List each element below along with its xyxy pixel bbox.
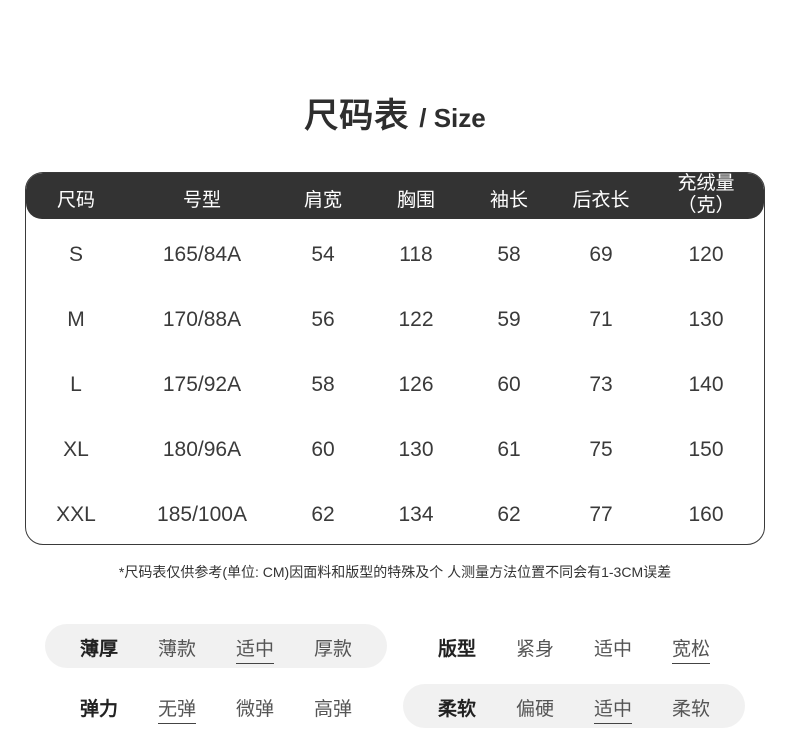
table-row: L 175/92A 58 126 60 73 140 <box>26 365 764 405</box>
table-cell: 54 <box>311 243 335 266</box>
table-cell: L <box>70 373 82 396</box>
header-shoulder: 肩宽 <box>303 190 343 211</box>
header-chest: 胸围 <box>396 190 436 211</box>
header-back-length: 后衣长 <box>572 190 630 211</box>
elasticity-option-high: 高弹 <box>313 699 353 720</box>
softness-label: 柔软 <box>437 699 477 720</box>
header-down-fill: 充绒量 （克） <box>677 173 734 217</box>
table-cell: 130 <box>398 438 434 461</box>
table-cell: 58 <box>497 243 521 266</box>
title-cn: 尺码表 <box>304 97 410 135</box>
thickness-option-thick: 厚款 <box>313 639 353 660</box>
table-cell: 160 <box>688 503 724 526</box>
table-cell: 56 <box>311 308 335 331</box>
table-row: XXL 185/100A 62 134 62 77 160 <box>26 495 764 535</box>
table-cell: 58 <box>311 373 335 396</box>
thickness-option-medium-selected: 适中 <box>235 634 275 664</box>
page-title: 尺码表 / Size <box>0 88 790 137</box>
fit-option-regular: 适中 <box>593 639 633 660</box>
fit-option-loose-selected: 宽松 <box>671 634 711 664</box>
table-cell: 77 <box>589 503 613 526</box>
table-cell: 62 <box>497 503 521 526</box>
thickness-option-thin: 薄款 <box>157 639 197 660</box>
header-model: 号型 <box>182 190 222 211</box>
title-en: / Size <box>419 103 486 133</box>
table-cell: 122 <box>398 308 434 331</box>
table-cell: M <box>67 308 85 331</box>
table-cell: XXL <box>56 503 96 526</box>
thickness-label: 薄厚 <box>79 639 119 660</box>
table-cell: 61 <box>497 438 521 461</box>
table-cell: 170/88A <box>162 308 242 331</box>
header-sleeve: 袖长 <box>489 190 529 211</box>
table-cell: 175/92A <box>162 373 242 396</box>
table-cell: 60 <box>497 373 521 396</box>
table-header: 尺码 号型 肩宽 胸围 袖长 后衣长 充绒量 （克） <box>26 173 764 219</box>
elasticity-option-none-selected: 无弹 <box>157 694 197 724</box>
table-cell: 71 <box>589 308 613 331</box>
table-cell: 62 <box>311 503 335 526</box>
table-cell: 69 <box>589 243 613 266</box>
table-cell: 126 <box>398 373 434 396</box>
size-table: 尺码 号型 肩宽 胸围 袖长 后衣长 充绒量 （克） S 165/84A 54 … <box>25 172 765 545</box>
elasticity-label: 弹力 <box>79 699 119 720</box>
table-cell: 185/100A <box>157 503 247 526</box>
fit-label: 版型 <box>437 639 477 660</box>
header-down-fill-line1: 充绒量 <box>677 173 735 194</box>
softness-option-soft: 柔软 <box>671 699 711 720</box>
table-row: S 165/84A 54 118 58 69 120 <box>26 235 764 275</box>
table-cell: S <box>68 243 84 266</box>
table-cell: 140 <box>688 373 724 396</box>
table-cell: 180/96A <box>162 438 242 461</box>
table-cell: 73 <box>589 373 613 396</box>
table-cell: 134 <box>398 503 434 526</box>
table-cell: 130 <box>688 308 724 331</box>
table-cell: 165/84A <box>162 243 242 266</box>
header-size: 尺码 <box>56 190 96 211</box>
softness-option-medium-selected: 适中 <box>593 694 633 724</box>
table-cell: 60 <box>311 438 335 461</box>
elasticity-option-slight: 微弹 <box>235 699 275 720</box>
table-row: XL 180/96A 60 130 61 75 150 <box>26 430 764 470</box>
table-cell: 120 <box>688 243 724 266</box>
table-cell: XL <box>63 438 89 461</box>
table-cell: 150 <box>688 438 724 461</box>
header-down-fill-line2: （克） <box>677 195 735 216</box>
softness-option-stiff: 偏硬 <box>515 699 555 720</box>
table-cell: 118 <box>399 243 433 266</box>
table-cell: 75 <box>589 438 613 461</box>
table-cell: 59 <box>497 308 521 331</box>
size-disclaimer: *尺码表仅供参考(单位: CM)因面料和版型的特殊及个 人测量方法位置不同会有1… <box>118 564 672 580</box>
table-row: M 170/88A 56 122 59 71 130 <box>26 300 764 340</box>
fit-option-slim: 紧身 <box>515 639 555 660</box>
